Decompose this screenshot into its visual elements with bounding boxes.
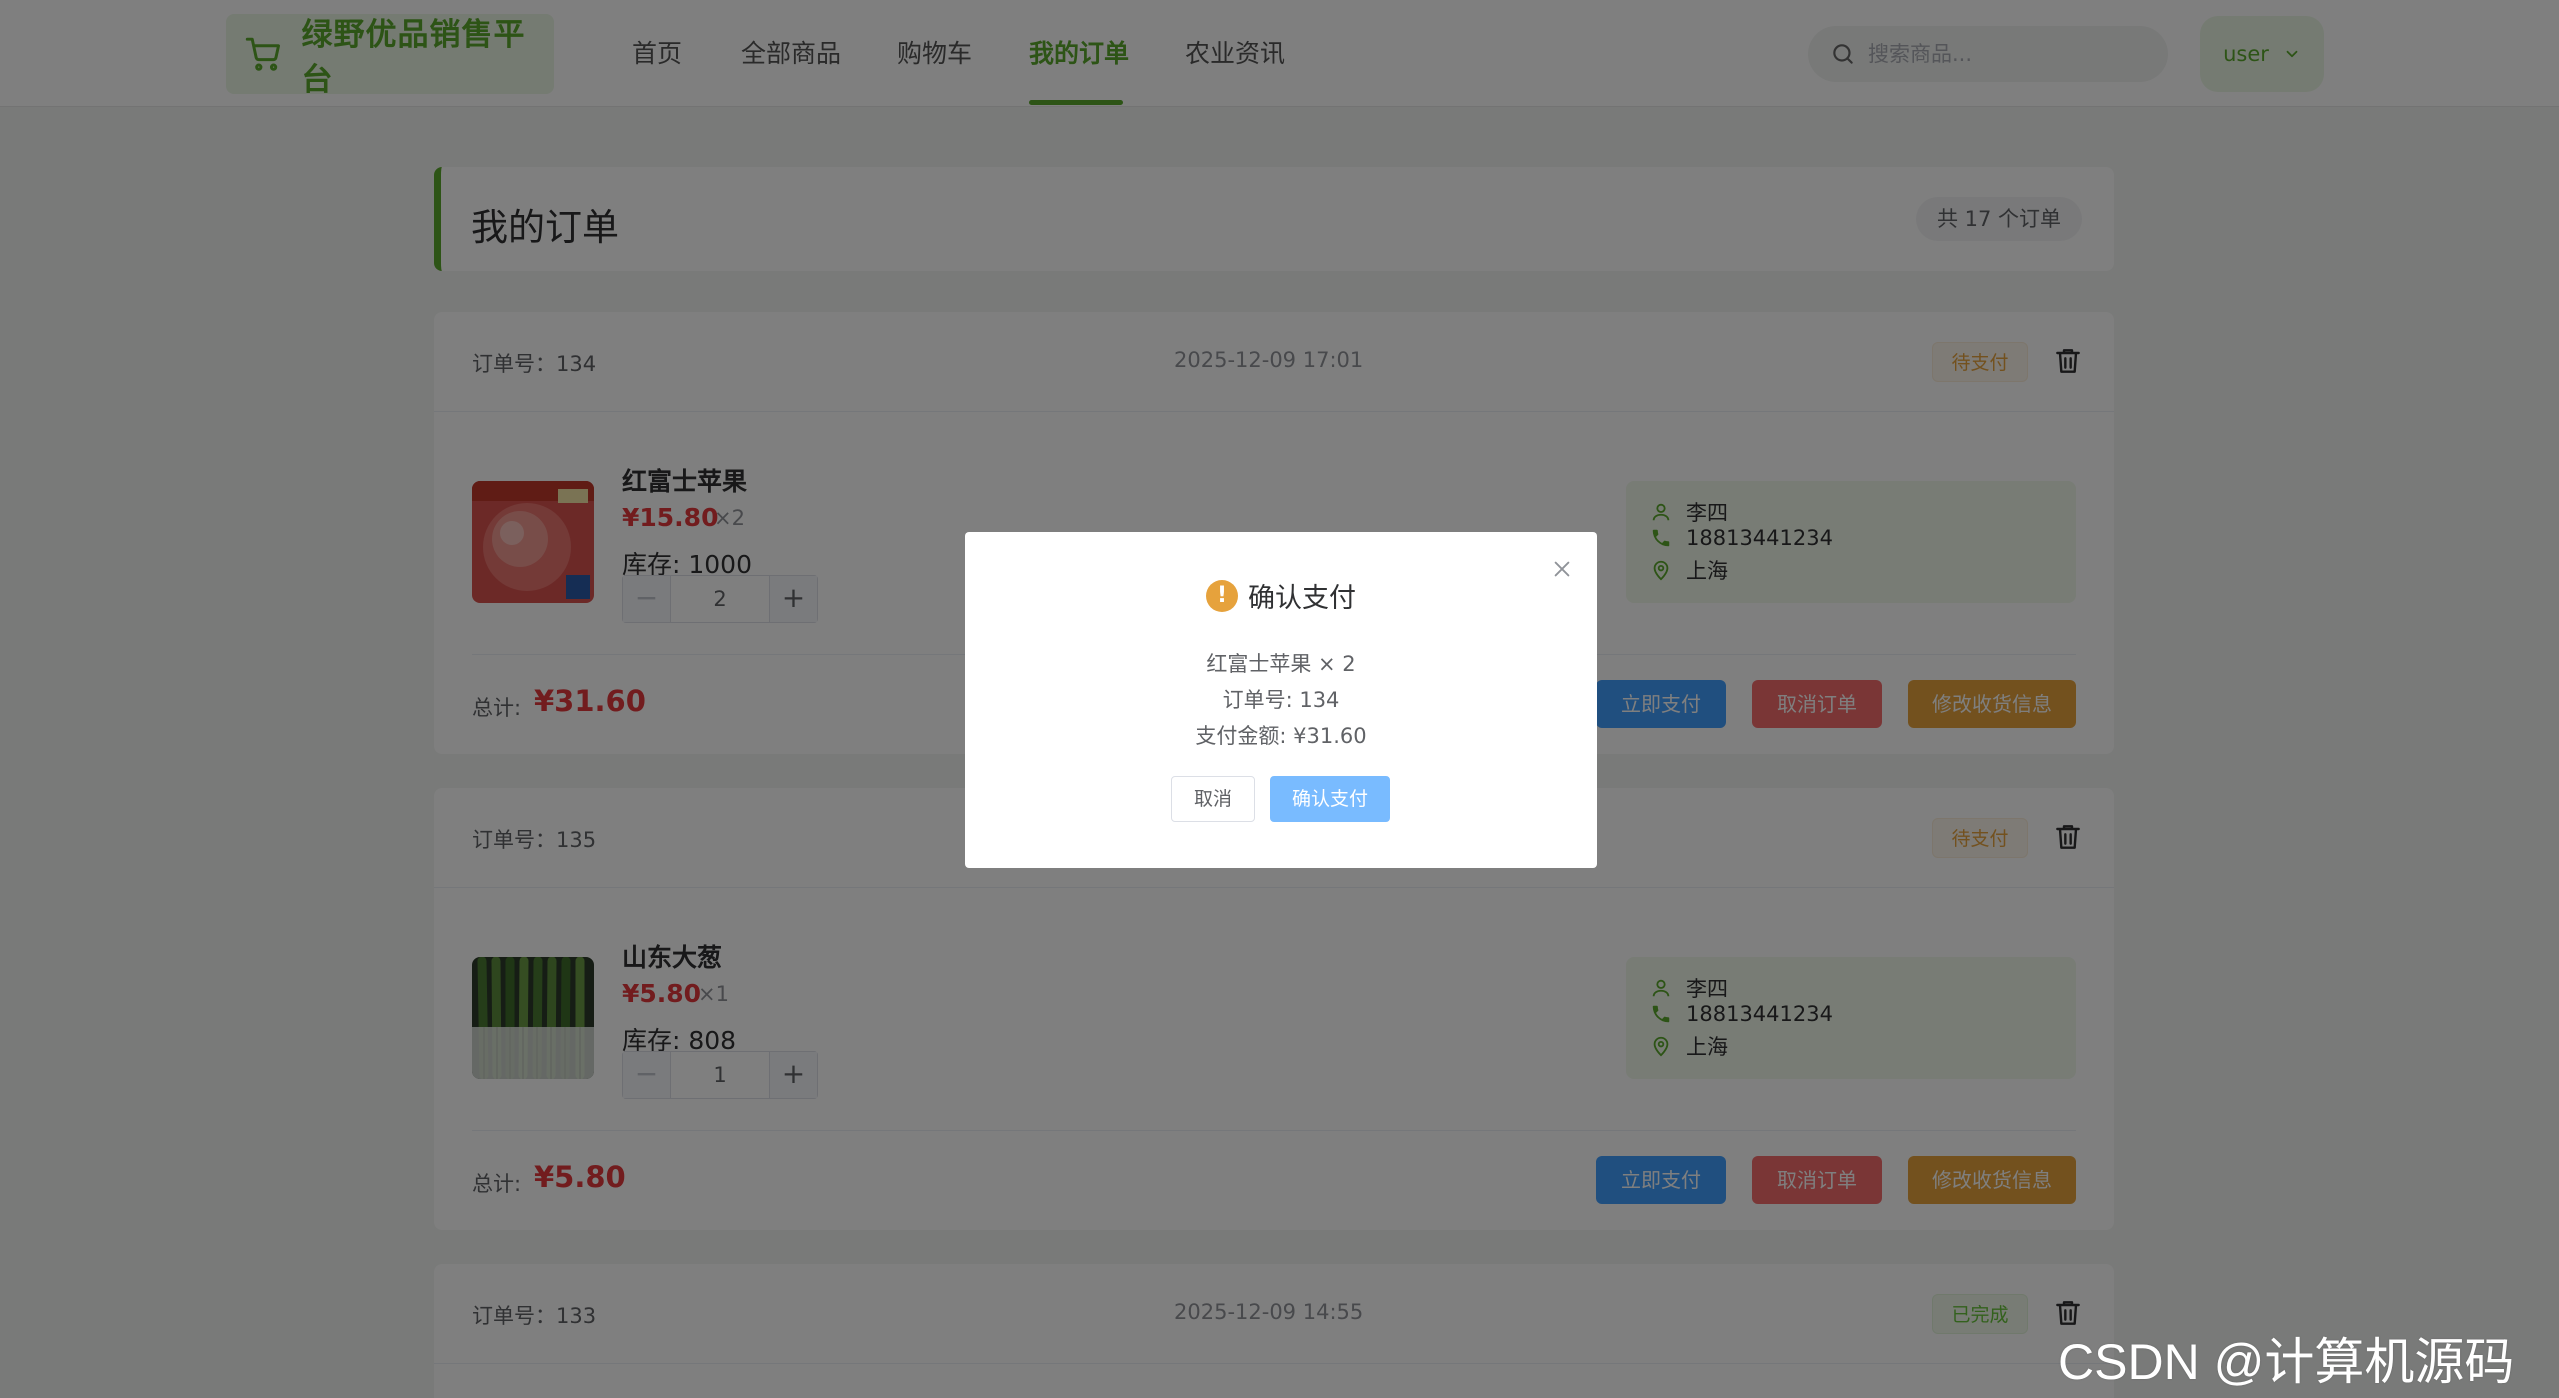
- dialog-title-text: 确认支付: [1248, 583, 1356, 614]
- watermark-text: CSDN @计算机源码站: [2058, 1334, 2515, 1390]
- dialog-title: ! 确认支付: [965, 576, 1597, 615]
- dialog-cancel-button[interactable]: 取消: [1171, 776, 1255, 822]
- dialog-product-line: 红富士苹果 × 2: [1206, 652, 1356, 676]
- warning-icon: !: [1206, 579, 1238, 612]
- dialog-order-line: 订单号: 134: [1222, 688, 1340, 712]
- dialog-amount-line: 支付金额: ¥31.60: [1195, 724, 1367, 748]
- confirm-payment-dialog: ! 确认支付 红富士苹果 × 2 订单号: 134 支付金额: ¥31.60 取…: [965, 532, 1597, 868]
- dialog-confirm-pay-button[interactable]: 确认支付: [1270, 776, 1390, 822]
